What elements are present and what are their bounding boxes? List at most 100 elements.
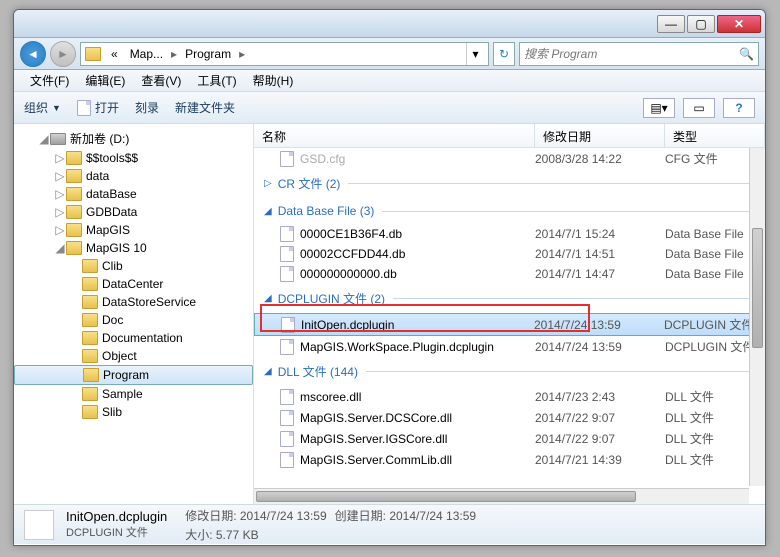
scrollbar-thumb[interactable] [752,228,763,348]
chevron-right-icon: ▸ [237,47,247,61]
file-row[interactable]: 000000000000.db2014/7/1 14:47Data Base F… [254,264,765,284]
tree-item[interactable]: Sample [14,385,253,403]
tree-item-label: Clib [102,259,123,273]
organize-button[interactable]: 组织▼ [24,99,61,116]
search-input[interactable]: 🔍 [519,42,759,66]
open-button[interactable]: 打开 [77,99,119,116]
path-dropdown[interactable]: ▾ [466,43,484,65]
tree-item-label: DataStoreService [102,295,196,309]
tree-item[interactable]: DataCenter [14,275,253,293]
menu-view[interactable]: 查看(V) [133,70,189,91]
refresh-button[interactable]: ↻ [493,42,515,66]
tree-item[interactable]: ▷MapGIS [14,221,253,239]
tree-item[interactable]: DataStoreService [14,293,253,311]
search-icon: 🔍 [739,47,754,61]
file-date: 2014/7/1 14:47 [535,267,665,281]
tree-item-label: DataCenter [102,277,163,291]
tree-item[interactable]: ▷dataBase [14,185,253,203]
column-name[interactable]: 名称 [254,124,535,147]
navigation-tree[interactable]: ◢新加卷 (D:)▷$$tools$$▷data▷dataBase▷GDBDat… [14,124,254,504]
folder-icon [83,368,99,382]
list-body: GSD.cfg2008/3/28 14:22CFG 文件▷CR 文件 (2)◢D… [254,148,765,504]
file-row[interactable]: GSD.cfg2008/3/28 14:22CFG 文件 [254,148,765,169]
help-button[interactable]: ? [723,98,755,118]
tree-item[interactable]: Doc [14,311,253,329]
group-header[interactable]: ◢DLL 文件 (144) [254,357,765,386]
new-folder-button[interactable]: 新建文件夹 [175,99,235,116]
status-filetype: DCPLUGIN 文件 [66,524,167,540]
column-date[interactable]: 修改日期 [535,124,665,147]
file-name: MapGIS.Server.DCSCore.dll [300,411,452,425]
file-row[interactable]: 0000CE1B36F4.db2014/7/1 15:24Data Base F… [254,224,765,244]
tree-item[interactable]: ▷ GDBData [14,203,253,221]
breadcrumb-item[interactable]: Map... [124,45,169,63]
expander-icon[interactable]: ▷ [54,205,66,219]
file-row[interactable]: mscoree.dll2014/7/23 2:43DLL 文件 [254,386,765,407]
folder-icon [66,223,82,237]
menu-help[interactable]: 帮助(H) [245,70,302,91]
forward-button[interactable]: ► [50,41,76,67]
expander-icon[interactable]: ◢ [38,132,50,146]
file-row[interactable]: MapGIS.WorkSpace.Plugin.dcplugin2014/7/2… [254,336,765,357]
file-row[interactable]: InitOpen.dcplugin2014/7/24 13:59DCPLUGIN… [254,313,765,336]
file-name: MapGIS.Server.CommLib.dll [300,453,452,467]
tree-item[interactable]: Program [14,365,253,385]
file-icon [77,100,91,116]
file-icon [281,317,295,333]
back-button[interactable]: ◄ [20,41,46,67]
preview-pane-button[interactable]: ▭ [683,98,715,118]
file-date: 2008/3/28 14:22 [535,152,665,166]
close-button[interactable]: ✕ [717,15,761,33]
maximize-button[interactable]: ▢ [687,15,715,33]
file-row[interactable]: 00002CCFDD44.db2014/7/1 14:51Data Base F… [254,244,765,264]
burn-button[interactable]: 刻录 [135,99,159,116]
chevron-down-icon: ◢ [264,366,272,377]
expander-icon[interactable]: ▷ [54,169,66,183]
tree-item-label: $$tools$$ [86,151,138,165]
status-moddate-label: 修改日期: 2014/7/24 13:59 [185,507,326,524]
file-icon [280,431,294,447]
tree-item[interactable]: Object [14,347,253,365]
chevron-down-icon: ◢ [264,206,272,217]
column-type[interactable]: 类型 [665,124,765,147]
expander-icon[interactable]: ▷ [54,187,66,201]
folder-icon [82,387,98,401]
tree-item-label: GDBData [86,205,137,219]
tree-item[interactable]: ◢MapGIS 10 [14,239,253,257]
view-options-button[interactable]: ▤▾ [643,98,675,118]
group-header[interactable]: ◢DCPLUGIN 文件 (2) [254,284,765,313]
file-row[interactable]: MapGIS.Server.CommLib.dll2014/7/21 14:39… [254,449,765,470]
tree-item-label: Program [103,368,149,382]
file-date: 2014/7/24 13:59 [534,318,664,332]
group-header[interactable]: ▷CR 文件 (2) [254,169,765,198]
expander-icon[interactable]: ▷ [54,151,66,165]
breadcrumb[interactable]: « Map... ▸ Program ▸ ▾ [80,42,489,66]
expander-icon[interactable]: ◢ [54,241,66,255]
tree-item[interactable]: ◢新加卷 (D:) [14,128,253,149]
folder-icon [66,151,82,165]
tree-item[interactable]: ▷ $$tools$$ [14,149,253,167]
menu-edit[interactable]: 编辑(E) [77,70,133,91]
menu-tools[interactable]: 工具(T) [189,70,244,91]
search-field[interactable] [524,47,739,61]
tree-item[interactable]: Slib [14,403,253,421]
tree-item[interactable]: Documentation [14,329,253,347]
file-row[interactable]: MapGIS.Server.DCSCore.dll2014/7/22 9:07D… [254,407,765,428]
file-date: 2014/7/1 14:51 [535,247,665,261]
tree-item[interactable]: ▷ data [14,167,253,185]
vertical-scrollbar[interactable] [749,148,765,486]
breadcrumb-item[interactable]: Program [179,45,237,63]
tree-item[interactable]: Clib [14,257,253,275]
group-header[interactable]: ◢ Data Base File (3) [254,198,765,224]
tree-item-label: data [86,169,109,183]
file-row[interactable]: MapGIS.Server.IGSCore.dll2014/7/22 9:07D… [254,428,765,449]
scrollbar-thumb[interactable] [256,491,636,502]
group-label: Data Base File (3) [278,204,375,218]
expander-icon[interactable]: ▷ [54,223,66,237]
chevron-down-icon: ◢ [264,293,272,304]
horizontal-scrollbar[interactable] [254,488,749,504]
file-icon [280,410,294,426]
minimize-button[interactable]: — [657,15,685,33]
menu-file[interactable]: 文件(F) [22,70,77,91]
breadcrumb-prefix[interactable]: « [105,45,124,63]
